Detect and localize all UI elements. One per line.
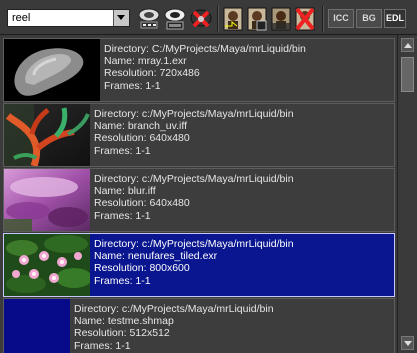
item-name: Name: mray.1.exr — [104, 55, 187, 68]
item-directory: Directory: c:/MyProjects/Maya/mrLiquid/b… — [94, 173, 294, 185]
view-mode-select-value: reel — [12, 12, 31, 24]
item-resolution: Resolution: 800x600 — [94, 262, 190, 275]
chevron-down-icon[interactable] — [113, 10, 129, 26]
item-metadata: Directory: c:/MyProjects/Maya/mrLiquid/b… — [94, 238, 294, 287]
delete-reel-button[interactable] — [189, 6, 213, 32]
list-item[interactable]: Directory: C:/MyProjects/Maya/mrLiquid/b… — [3, 38, 395, 102]
item-metadata: Directory: c:/MyProjects/Maya/mrLiquid/b… — [94, 173, 294, 222]
reel-delete-icon — [190, 9, 212, 28]
item-directory: Directory: C:/MyProjects/Maya/mrLiquid/b… — [104, 43, 306, 55]
save-image-button[interactable] — [246, 6, 268, 32]
bg-button[interactable]: BG — [356, 9, 382, 28]
edl-button[interactable]: EDL — [384, 9, 406, 28]
icc-button[interactable]: ICC — [328, 9, 354, 28]
item-resolution: Resolution: 640x480 — [94, 197, 190, 210]
item-frames: Frames: 1-1 — [94, 209, 151, 222]
scrollbar-thumb[interactable] — [401, 57, 414, 92]
item-name: Name: testme.shmap — [74, 315, 174, 328]
item-directory: Directory: c:/MyProjects/Maya/mrLiquid/b… — [74, 303, 274, 315]
image-open-icon — [223, 7, 243, 31]
reel-open-icon — [138, 8, 160, 29]
item-frames: Frames: 1-1 — [74, 339, 131, 352]
list-item[interactable]: Directory: c:/MyProjects/Maya/mrLiquid/b… — [3, 168, 395, 232]
branch-uv-render-thumbnail — [4, 104, 90, 166]
blue-shadow-map-thumbnail — [4, 299, 70, 353]
load-image-button[interactable] — [222, 6, 244, 32]
reel-save-icon — [164, 8, 186, 30]
toolbar-separator — [322, 6, 324, 32]
list-item[interactable]: Directory: c:/MyProjects/Maya/mrLiquid/b… — [3, 298, 395, 353]
purple-flower-photo-thumbnail — [4, 169, 90, 231]
item-name: Name: nenufares_tiled.exr — [94, 250, 218, 263]
reel-list[interactable]: Directory: C:/MyProjects/Maya/mrLiquid/b… — [0, 35, 397, 353]
toolbar: reel ICC BG EDL — [0, 0, 417, 35]
list-item-selected[interactable]: Directory: c:/MyProjects/Maya/mrLiquid/b… — [3, 233, 395, 297]
view-mode-select[interactable]: reel — [7, 9, 130, 27]
vertical-scrollbar[interactable] — [397, 35, 417, 353]
item-resolution: Resolution: 640x480 — [94, 132, 190, 145]
item-metadata: Directory: C:/MyProjects/Maya/mrLiquid/b… — [104, 43, 306, 92]
save-reel-button[interactable] — [163, 6, 187, 32]
list-item[interactable]: Directory: c:/MyProjects/Maya/mrLiquid/b… — [3, 103, 395, 167]
item-frames: Frames: 1-1 — [104, 79, 161, 92]
item-resolution: Resolution: 720x486 — [104, 67, 200, 80]
item-resolution: Resolution: 512x512 — [74, 327, 170, 340]
image-delete-icon — [295, 7, 315, 31]
item-name: Name: branch_uv.iff — [94, 120, 187, 133]
item-frames: Frames: 1-1 — [94, 274, 151, 287]
image-info-button[interactable] — [270, 6, 292, 32]
scroll-down-arrow-icon[interactable] — [401, 336, 414, 350]
item-metadata: Directory: c:/MyProjects/Maya/mrLiquid/b… — [74, 303, 274, 352]
item-frames: Frames: 1-1 — [94, 144, 151, 157]
image-info-icon — [271, 7, 291, 31]
item-name: Name: blur.iff — [94, 185, 156, 198]
item-directory: Directory: c:/MyProjects/Maya/mrLiquid/b… — [94, 108, 294, 120]
item-directory: Directory: c:/MyProjects/Maya/mrLiquid/b… — [94, 238, 294, 250]
gray-blob-render-thumbnail — [4, 39, 100, 101]
toolbar-separator — [217, 6, 219, 32]
remove-image-button[interactable] — [294, 6, 316, 32]
scroll-up-arrow-icon[interactable] — [401, 38, 414, 52]
image-save-icon — [247, 7, 267, 31]
open-reel-button[interactable] — [137, 6, 161, 32]
item-metadata: Directory: c:/MyProjects/Maya/mrLiquid/b… — [94, 108, 294, 157]
water-lilies-photo-thumbnail — [4, 234, 90, 296]
